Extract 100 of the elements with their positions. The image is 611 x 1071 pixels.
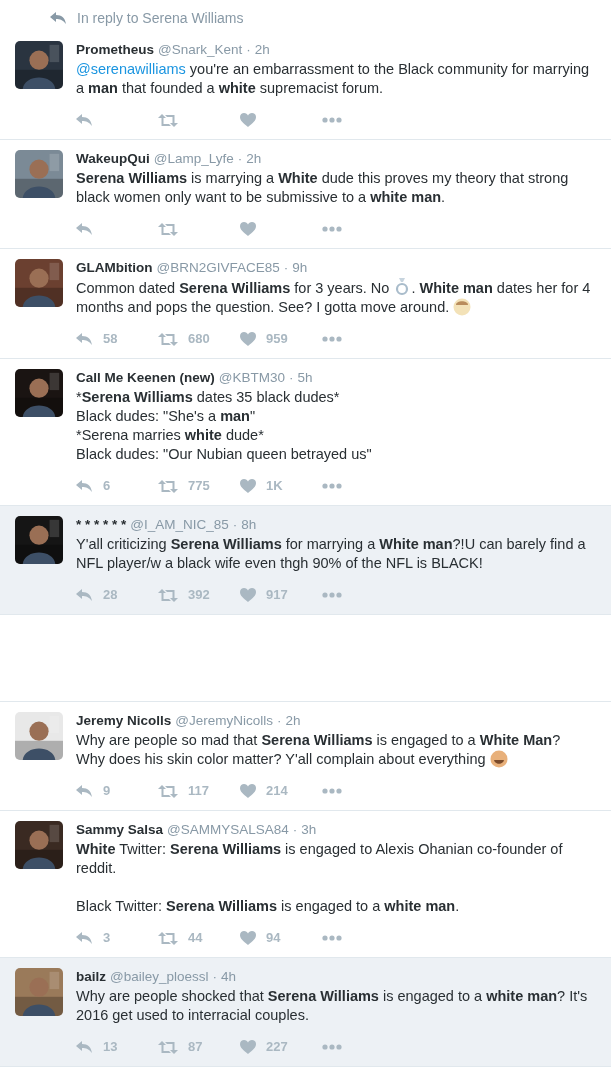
retweet-count: 392 — [188, 586, 210, 605]
heart-icon[interactable] — [240, 332, 256, 346]
author-handle[interactable]: @BRN2GIVFACE85 — [156, 259, 280, 277]
reply-icon[interactable] — [76, 332, 93, 346]
tweet-text: Black dudes: "She's a man" — [76, 407, 257, 426]
heart-icon[interactable] — [240, 479, 256, 493]
tweet-time[interactable]: 2h — [246, 150, 262, 168]
like-count: 1K — [266, 477, 283, 496]
more-icon[interactable] — [322, 336, 342, 342]
retweet-icon[interactable] — [158, 784, 178, 798]
laughing-emoji-icon — [489, 750, 508, 768]
more-icon[interactable] — [322, 226, 342, 232]
heart-icon[interactable] — [240, 113, 256, 127]
retweet-icon[interactable] — [158, 1040, 178, 1054]
reply-icon[interactable] — [50, 12, 67, 25]
more-icon[interactable] — [322, 483, 342, 489]
reply-icon[interactable] — [76, 1040, 93, 1054]
tweet-time[interactable]: 2h — [285, 712, 301, 730]
heart-icon[interactable] — [240, 931, 256, 945]
heart-icon[interactable] — [240, 222, 256, 236]
author-name[interactable]: WakeupQui — [76, 150, 150, 168]
author-name[interactable]: * * * * * * — [76, 516, 127, 534]
tweet-text: Black dudes: "Our Nubian queen betrayed us" — [76, 445, 373, 464]
mention-link[interactable]: @serenawilliams — [76, 61, 186, 77]
retweet-count: 44 — [188, 929, 203, 948]
tweet-text: Why are people shocked that Serena Williams is engaged to a white man? It's 2016 get used to interracial couples. — [76, 987, 589, 1025]
tweet-time[interactable]: 9h — [292, 259, 308, 277]
face-emoji-icon — [453, 298, 472, 316]
more-icon[interactable] — [322, 788, 342, 794]
retweet-icon[interactable] — [158, 332, 178, 346]
author-handle[interactable]: @KBTM30 — [218, 369, 285, 387]
like-count: 214 — [266, 782, 288, 801]
separator-dot: · — [283, 259, 289, 277]
retweet-icon[interactable] — [158, 222, 178, 236]
separator-dot: · — [246, 41, 251, 59]
like-count: 94 — [266, 929, 281, 948]
reply-icon[interactable] — [76, 113, 93, 127]
separator-dot: · — [237, 150, 243, 168]
author-handle[interactable]: @Snark_Kent — [158, 41, 243, 59]
tweet-text: Common dated Serena Williams for 3 years. No . White man dates her for 4 months and pops the question. See? I gotta move around. — [76, 278, 592, 317]
heart-icon[interactable] — [240, 588, 256, 602]
like-count: 917 — [266, 586, 288, 605]
author-name[interactable]: Prometheus — [76, 41, 155, 59]
reply-count: 28 — [103, 586, 118, 605]
tweet-text: @serenawilliams you're an embarrassment to the Black community for marrying a man that founded a white supremacist forum. — [76, 60, 591, 98]
author-handle[interactable]: @I_AM_NIC_85 — [130, 516, 229, 534]
separator-dot: · — [277, 712, 282, 730]
reply-icon[interactable] — [76, 931, 93, 945]
tweet-text: *Serena marries white dude* — [76, 426, 265, 445]
retweet-count: 117 — [188, 782, 209, 801]
separator-dot: · — [292, 821, 298, 839]
reply-count: 13 — [103, 1038, 118, 1057]
author-name[interactable]: Sammy Salsa — [76, 821, 164, 839]
tweet-text: Y'all criticizing Serena Williams for marrying a White man?!U can barely find a NFL player/w a black wife even thgh 90% of the NFL is BLACK! — [76, 535, 587, 573]
author-name[interactable]: bailz — [76, 968, 106, 986]
tweet-text: White Twitter: Serena Williams is engaged to Alexis Ohanian co-founder of reddit. — [76, 840, 564, 878]
reply-icon[interactable] — [76, 784, 93, 798]
reply-count: 6 — [103, 477, 111, 496]
retweet-icon[interactable] — [158, 588, 178, 602]
retweet-icon[interactable] — [158, 931, 178, 945]
reply-icon[interactable] — [76, 479, 93, 493]
reply-count: 9 — [103, 782, 111, 801]
like-count: 227 — [266, 1038, 288, 1057]
author-handle[interactable]: @JeremyNicolls — [175, 712, 274, 730]
tweet-text: *Serena Williams dates 35 black dudes* — [76, 388, 341, 407]
author-handle[interactable]: @bailey_ploessl — [110, 968, 209, 986]
tweet-time[interactable]: 2h — [254, 41, 270, 59]
separator-dot: · — [232, 516, 238, 534]
retweet-count: 775 — [188, 477, 210, 496]
heart-icon[interactable] — [240, 1040, 256, 1054]
retweet-icon[interactable] — [158, 479, 178, 493]
reply-icon[interactable] — [76, 588, 93, 602]
reply-count: 58 — [103, 330, 118, 349]
author-name[interactable]: Jeremy Nicolls — [76, 712, 172, 730]
author-name[interactable]: GLAMbition — [76, 259, 153, 277]
separator-dot: · — [289, 369, 294, 387]
author-name[interactable]: Call Me Keenen (new) — [76, 369, 215, 387]
more-icon[interactable] — [322, 1044, 342, 1050]
reply-icon[interactable] — [76, 222, 93, 236]
tweet-time[interactable]: 8h — [241, 516, 257, 534]
tweet-time[interactable]: 3h — [301, 821, 317, 839]
retweet-count: 87 — [188, 1038, 203, 1057]
reply-count: 3 — [103, 929, 111, 948]
tweet-time[interactable]: 5h — [297, 369, 313, 387]
author-handle[interactable]: @Lamp_Lyfe — [153, 150, 234, 168]
more-icon[interactable] — [322, 592, 342, 598]
tweet-text: Black Twitter: Serena Williams is engaged to a white man. — [76, 897, 461, 916]
tweet-text: Serena Williams is marrying a White dude this proves my theory that strong black women only want to be submissive to a white man. — [76, 169, 570, 207]
like-count: 959 — [266, 330, 288, 349]
retweet-count: 680 — [188, 330, 210, 349]
ring-emoji-icon — [395, 278, 410, 296]
separator-dot: · — [212, 968, 218, 986]
retweet-icon[interactable] — [158, 113, 178, 127]
heart-icon[interactable] — [240, 784, 256, 798]
more-icon[interactable] — [322, 935, 342, 941]
reply-context[interactable]: In reply to Serena Williams — [77, 8, 244, 29]
more-icon[interactable] — [322, 117, 342, 123]
tweet-time[interactable]: 4h — [221, 968, 237, 986]
tweet-text: Why are people so mad that Serena Williams is engaged to a White Man? Why does his skin color matter? Y'all complain about everything — [76, 731, 562, 769]
author-handle[interactable]: @SAMMYSALSA84 — [167, 821, 289, 839]
